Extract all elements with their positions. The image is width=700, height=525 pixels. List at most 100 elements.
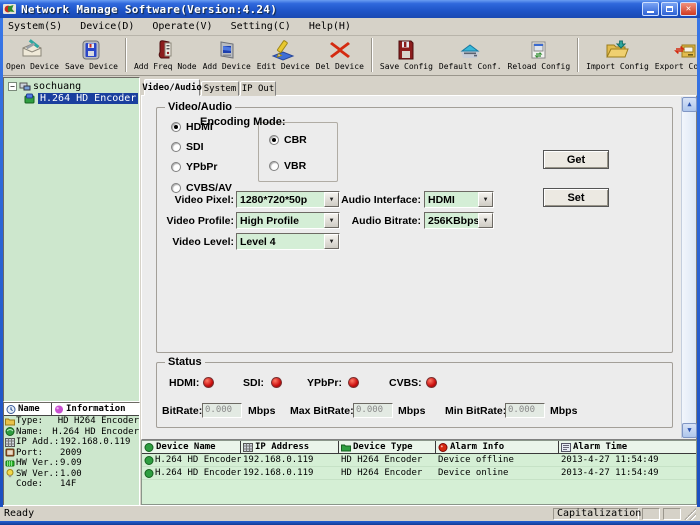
audio-interface-row: Audio Interface: HDMI ▼ [337,191,494,208]
edit-device-icon [270,38,296,61]
menu-setting[interactable]: Setting(C) [231,21,291,32]
toolbar-edit-device[interactable]: Edit Device [255,37,312,72]
encoding-mode-group: Encoding Mode: CBR VBR [258,122,338,182]
status-group-title: Status [165,356,205,368]
default-conf-icon [457,38,483,61]
titlebar: Network Manage Software(Version:4.24) ✕ [0,0,700,18]
tree-root-label[interactable]: sochuang [33,81,81,92]
info-header-information[interactable]: Information [66,404,126,414]
device-ball-icon [5,427,15,436]
encoding-option-vbr[interactable]: VBR [269,160,306,172]
video-pixel-select[interactable]: 1280*720*50p ▼ [236,191,340,208]
toolbar-export-config[interactable]: Export Config [653,37,700,72]
video-audio-group: Video/Audio HDMI SDI YPbPr CVBS/AV Encod… [156,107,673,353]
toolbar-label: Save Device [65,62,118,71]
col-device-type[interactable]: Device Type [339,441,436,453]
radio-vbr[interactable] [269,161,279,171]
toolbar-import-config[interactable]: Import Config [584,37,651,72]
app-window: Network Manage Software(Version:4.24) ✕ … [0,0,700,525]
video-audio-group-title: Video/Audio [165,101,235,113]
col-alarm-time[interactable]: Alarm Time [559,441,696,453]
toolbar-add-freq-node[interactable]: Add Freq Node [132,37,199,72]
alarm-row[interactable]: H.264 HD Encoder 192.168.0.119 HD H264 E… [142,454,696,467]
source-option-ypbpr[interactable]: YPbPr [171,161,218,173]
video-profile-select[interactable]: High Profile ▼ [236,212,340,229]
alarm-icon [438,443,448,452]
port-book-icon [5,448,15,457]
menu-system[interactable]: System(S) [8,21,62,32]
toolbar-separator [577,38,579,72]
tree-root-row[interactable]: − sochuang [6,80,139,92]
max-bitrate-field[interactable]: 0.000 [353,403,393,418]
audio-bitrate-select[interactable]: 256KBbps ▼ [424,212,494,229]
menu-operate[interactable]: Operate(V) [152,21,212,32]
device-ball-icon [144,443,154,452]
sdi-status-label: SDI: [243,377,264,389]
toolbar-save-device[interactable]: Save Device [63,37,120,72]
tree-encoder-label[interactable]: H.264 HD Encoder [38,93,138,104]
statusbar-capitalization: Capitalization [553,508,639,520]
tab-system[interactable]: System [201,81,239,96]
toolbar-default-conf[interactable]: Default Conf. [437,37,504,72]
radio-hdmi[interactable] [171,122,181,132]
ypbpr-status-label: YPbPr: [307,377,342,389]
add-device-icon [214,38,240,61]
alarm-row[interactable]: H.264 HD Encoder 192.168.0.119 HD H264 E… [142,467,696,480]
chevron-down-icon: ▼ [478,192,493,207]
toolbar-label: Save Config [380,62,433,71]
tab-ip-out[interactable]: IP Out [240,81,276,96]
toolbar-save-config[interactable]: Save Config [378,37,435,72]
device-info-panel: Name Information Type: HD H264 Encoder N… [3,402,140,506]
radio-ypbpr[interactable] [171,162,181,172]
encoding-option-cbr[interactable]: CBR [269,134,307,146]
device-ball-icon [144,456,154,465]
minimize-button[interactable] [642,2,659,16]
statusbar-panel [642,508,660,520]
toolbar-del-device[interactable]: Del Device [314,37,366,72]
bitrate-unit: Mbps [248,405,275,417]
toolbar-separator [371,38,373,72]
resize-grip[interactable] [684,508,696,520]
save-config-icon [393,38,419,61]
toolbar: Open Device Save Device Add Freq Node Ad… [0,36,700,76]
chevron-down-icon: ▼ [324,234,339,249]
video-level-select[interactable]: Level 4 ▼ [236,233,340,250]
info-header-name[interactable]: Name [18,404,40,414]
radio-cbr[interactable] [269,135,279,145]
source-option-sdi[interactable]: SDI [171,141,204,153]
del-device-icon [327,38,353,61]
vertical-scrollbar[interactable]: ▲ ▼ [681,97,696,438]
maximize-button[interactable] [661,2,678,16]
set-button[interactable]: Set [543,188,609,207]
statusbar-ready: Ready [0,508,553,519]
col-device-name[interactable]: Device Name [142,441,241,453]
min-bitrate-field[interactable]: 0.000 [505,403,545,418]
window-title: Network Manage Software(Version:4.24) [21,3,277,16]
menu-device[interactable]: Device(D) [80,21,134,32]
menu-help[interactable]: Help(H) [309,21,351,32]
scroll-down-icon[interactable]: ▼ [682,423,697,438]
encoding-mode-title: Encoding Mode: [197,116,289,128]
toolbar-label: Export Config [655,62,700,71]
toolbar-label: Reload Config [508,62,571,71]
toolbar-add-device[interactable]: Add Device [201,37,253,72]
get-button[interactable]: Get [543,150,609,169]
scroll-up-icon[interactable]: ▲ [682,97,697,112]
status-bar: Ready Capitalization [0,505,700,521]
close-button[interactable]: ✕ [680,2,697,16]
radio-sdi[interactable] [171,142,181,152]
col-alarm-info[interactable]: Alarm Info [436,441,559,453]
toolbar-label: Import Config [586,62,649,71]
clock-icon [6,405,16,414]
tree-collapse-icon[interactable]: − [8,82,17,91]
info-row-hw: HW Ver.: 9.09 [4,458,139,469]
audio-interface-select[interactable]: HDMI ▼ [424,191,494,208]
col-ip-address[interactable]: IP Address [241,441,339,453]
status-group: Status HDMI: SDI: YPbPr: CVBS: BitRate: … [156,362,673,428]
toolbar-open-device[interactable]: Open Device [4,37,61,72]
bitrate-field[interactable]: 0.000 [202,403,242,418]
tree-item-encoder[interactable]: H.264 HD Encoder [24,92,139,104]
toolbar-reload-config[interactable]: Reload Config [506,37,573,72]
cvbs-led [426,377,437,388]
tab-video-audio[interactable]: Video/Audio [144,79,200,96]
